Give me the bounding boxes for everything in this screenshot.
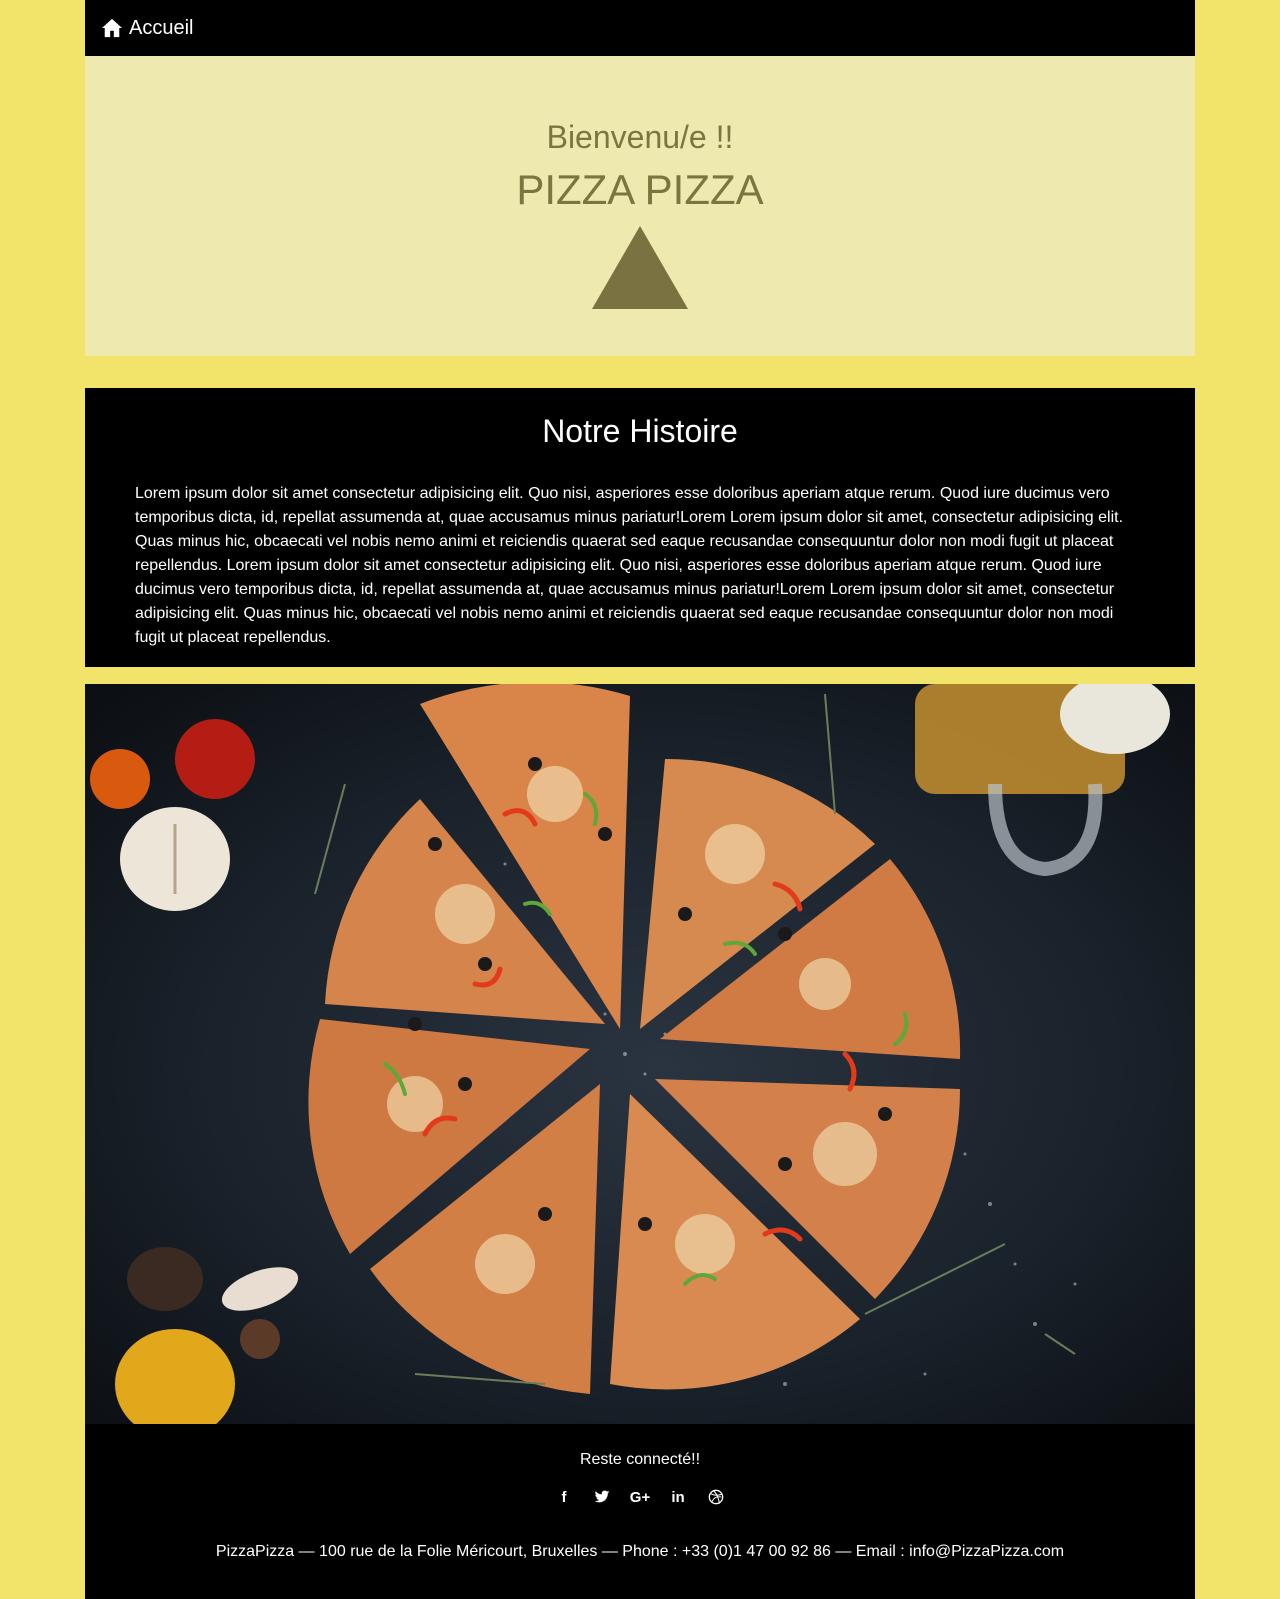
hero-greeting: Bienvenu/e !! [546,119,734,155]
story-body: Lorem ipsum dolor sit amet consectetur a… [135,485,1124,646]
hero-banner: Bienvenu/e !! PIZZA PIZZA [85,56,1195,356]
google-plus-icon[interactable]: G+ [630,1488,650,1506]
footer-contact: PizzaPizza — 100 rue de la Folie Méricou… [215,1543,1065,1560]
hero-title: PIZZA PIZZA [516,166,764,213]
site-footer: Reste connecté!! f G+ in PizzaPizza — 10… [85,1424,1195,1599]
footer-tagline: Reste connecté!! [579,1451,701,1468]
triangle-up-icon[interactable] [592,226,688,309]
page-container: Accueil Bienvenu/e !! PIZZA PIZZA Notre … [85,0,1195,1599]
story-heading: Notre Histoire [542,413,738,449]
social-links: f G+ in [85,1488,1195,1506]
home-icon [102,18,122,38]
pizza-photo [85,684,1195,1424]
twitter-icon[interactable] [593,1488,611,1506]
dribbble-icon[interactable] [707,1488,725,1506]
linkedin-icon[interactable]: in [669,1488,687,1506]
home-link-label: Accueil [129,16,194,39]
top-navbar: Accueil [85,0,1195,56]
story-section: Notre Histoire Lorem ipsum dolor sit ame… [85,388,1195,667]
facebook-icon[interactable]: f [555,1488,573,1506]
home-link[interactable]: Accueil [101,17,193,40]
